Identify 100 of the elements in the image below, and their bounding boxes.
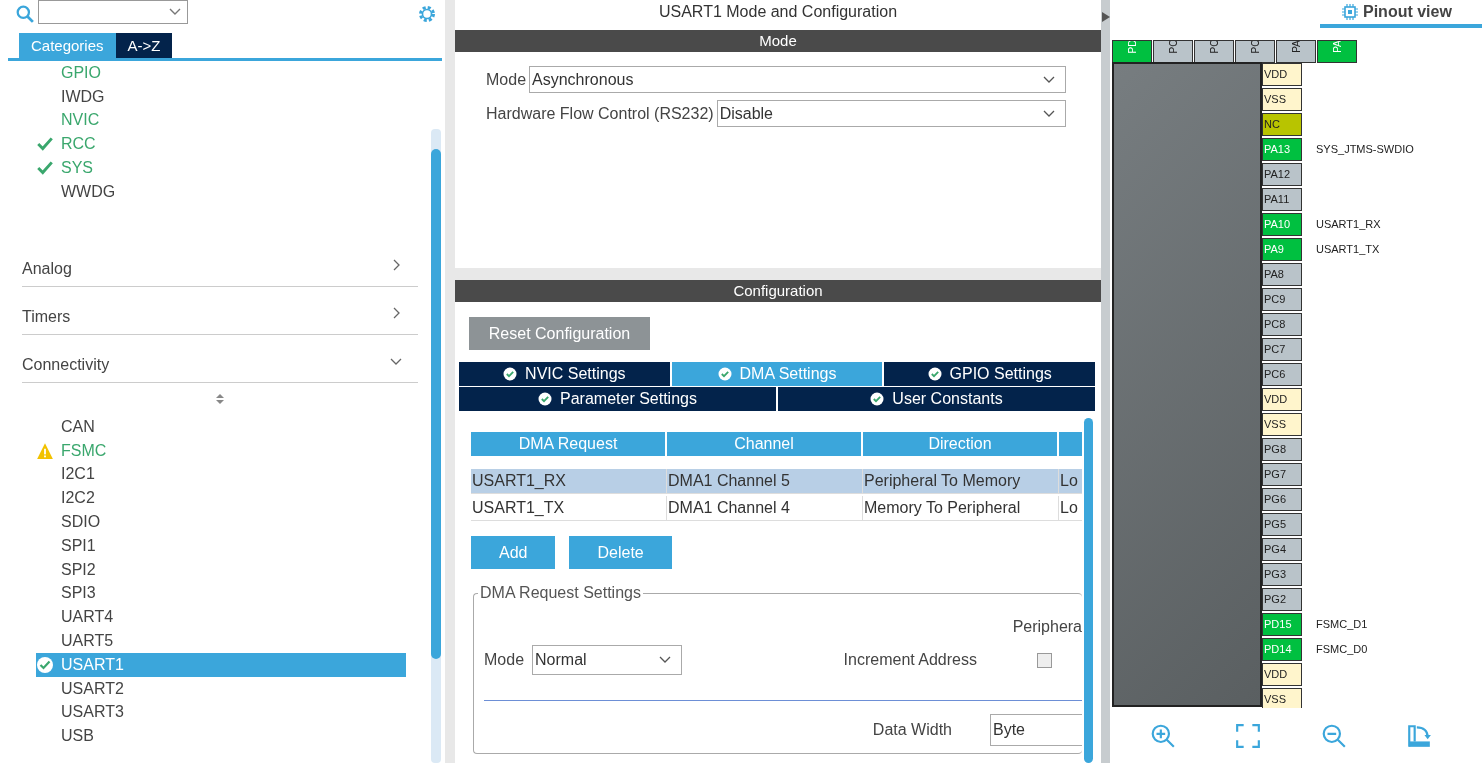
peripheral-item[interactable]: USB <box>36 724 406 749</box>
warning-icon <box>36 441 54 460</box>
check-circle-icon <box>870 392 885 406</box>
settings-tab[interactable]: GPIO Settings <box>884 362 1095 386</box>
peripheral-item[interactable]: SPI2 <box>36 557 406 582</box>
chip-pin[interactable]: PC6 <box>1262 362 1302 386</box>
peripheral-item[interactable]: USART2 <box>36 676 406 701</box>
pin-signal-label: SYS_JTMS-SWDIO <box>1316 143 1414 155</box>
chevron-down-icon <box>659 656 672 664</box>
chip-pin[interactable]: PG6 <box>1262 487 1302 511</box>
settings-tab[interactable]: NVIC Settings <box>459 362 670 386</box>
view-tab[interactable]: A->Z <box>115 33 173 58</box>
pin-signal-label: USART1_RX <box>1316 218 1381 230</box>
field-label: Mode <box>486 70 527 89</box>
table-cell: Peripheral To Memory <box>863 469 1059 493</box>
chevron-down-icon <box>1043 75 1055 84</box>
chip-icon <box>1342 4 1358 20</box>
chip-pin[interactable]: PG8 <box>1262 437 1302 461</box>
zoom-in-icon[interactable] <box>1149 722 1176 749</box>
panel-title: USART1 Mode and Configuration <box>657 2 899 22</box>
pinout-view-tab[interactable]: Pinout view <box>1320 0 1482 28</box>
column-header <box>1059 432 1082 456</box>
scrollbar[interactable] <box>431 129 441 763</box>
peripheral-item[interactable]: SDIO <box>36 510 406 534</box>
search-field[interactable] <box>38 0 188 24</box>
table-cell: USART1_RX <box>471 469 667 493</box>
chip-pin[interactable]: PC8 <box>1262 312 1302 336</box>
chip-pin[interactable]: PG4 <box>1262 537 1302 561</box>
peripheral-item[interactable]: I2C2 <box>36 486 406 511</box>
column-header: Direction <box>863 432 1057 456</box>
pin-signal-label: FSMC_D0 <box>1316 643 1368 655</box>
category-header[interactable]: Timers <box>22 287 418 335</box>
section-header: Mode <box>455 30 1101 52</box>
settings-tab[interactable]: User Constants <box>778 387 1095 411</box>
table-cell-text: Lo <box>1059 471 1079 491</box>
chip-pin[interactable]: VDD <box>1262 662 1302 686</box>
field-label: Hardware Flow Control (RS232) <box>486 104 714 123</box>
table-cell-text: Lo <box>1059 498 1079 518</box>
column-header: Channel <box>667 432 861 456</box>
peripheral-item[interactable]: SPI1 <box>36 534 406 558</box>
chip-pin[interactable]: PA <box>1276 40 1316 63</box>
check-circle-icon <box>36 655 54 674</box>
search-icon[interactable] <box>16 4 34 23</box>
group-title: DMA Request Settings <box>479 584 642 602</box>
field-label: Mode <box>484 651 525 669</box>
chip-pin[interactable]: PG5 <box>1262 512 1302 536</box>
dropdown[interactable]: Disable <box>716 100 1066 127</box>
table-cell: Memory To Peripheral <box>863 496 1059 520</box>
peripheral-item[interactable]: WWDG <box>36 180 431 204</box>
pin-signal-label: USART1_TX <box>1316 243 1380 255</box>
settings-tab[interactable]: Parameter Settings <box>459 387 776 411</box>
chip-pin[interactable]: NC <box>1262 112 1302 136</box>
category-header[interactable]: Connectivity <box>22 335 418 383</box>
chip-pin[interactable]: PG2 <box>1262 587 1302 611</box>
scrollbar[interactable] <box>1084 418 1093 763</box>
check-circle-icon <box>538 392 552 406</box>
chip-pin[interactable]: PG7 <box>1262 462 1302 486</box>
peripheral-item[interactable]: CAN <box>36 415 406 439</box>
settings-icon[interactable] <box>417 3 437 24</box>
peripheral-item[interactable]: USART3 <box>36 700 406 725</box>
table-cell: DMA1 Channel 4 <box>667 496 863 520</box>
chevron-down-icon <box>169 8 181 16</box>
column-header: DMA Request <box>471 432 665 456</box>
field-label: Data Width <box>872 721 952 739</box>
chip-pin[interactable]: VDD <box>1262 387 1302 411</box>
chip-pin[interactable]: PC9 <box>1262 287 1302 311</box>
chip-pin[interactable]: VSS <box>1262 412 1302 436</box>
rotate-page-icon[interactable] <box>1406 722 1433 749</box>
triangle-right-icon[interactable] <box>1101 12 1110 22</box>
check-circle-icon <box>927 367 942 381</box>
peripheral-item[interactable]: IWDG <box>36 84 431 109</box>
check-circle-icon <box>503 367 518 381</box>
column-label: Periphera <box>1012 618 1082 636</box>
chip-pin[interactable]: PC7 <box>1262 337 1302 361</box>
dropdown[interactable]: Byte <box>990 714 1082 746</box>
table-cell: USART1_TX <box>471 496 667 520</box>
dropdown[interactable]: Normal <box>532 645 683 675</box>
chip-pin[interactable]: VSS <box>1262 87 1302 111</box>
chip-pin[interactable]: PA11 <box>1262 187 1302 211</box>
chip-pin[interactable]: VSS <box>1262 687 1302 708</box>
table-cell: DMA1 Channel 5 <box>667 469 863 493</box>
chevron-down-icon <box>1043 109 1055 118</box>
peripheral-item[interactable]: SPI3 <box>36 581 406 606</box>
chip-pin[interactable]: PA12 <box>1262 162 1302 186</box>
chip-pin[interactable]: VDD <box>1262 62 1302 86</box>
chip-pin[interactable]: PG3 <box>1262 562 1302 586</box>
category-header[interactable]: Analog <box>22 239 418 287</box>
zoom-out-icon[interactable] <box>1320 722 1347 749</box>
checkbox[interactable] <box>1037 652 1052 668</box>
peripheral-item[interactable]: I2C1 <box>36 462 406 487</box>
dropdown[interactable]: Asynchronous <box>529 66 1066 93</box>
check-circle-icon <box>717 367 732 381</box>
peripheral-item[interactable]: UART5 <box>36 629 406 653</box>
sort-icon[interactable] <box>215 393 225 405</box>
field-label: Increment Address <box>843 651 977 669</box>
section-header: Configuration <box>455 280 1101 302</box>
pin-signal-label: FSMC_D1 <box>1316 618 1368 630</box>
fit-screen-icon[interactable] <box>1235 722 1262 749</box>
chip-pin[interactable]: PA8 <box>1262 262 1302 286</box>
peripheral-item[interactable]: UART4 <box>36 605 406 630</box>
